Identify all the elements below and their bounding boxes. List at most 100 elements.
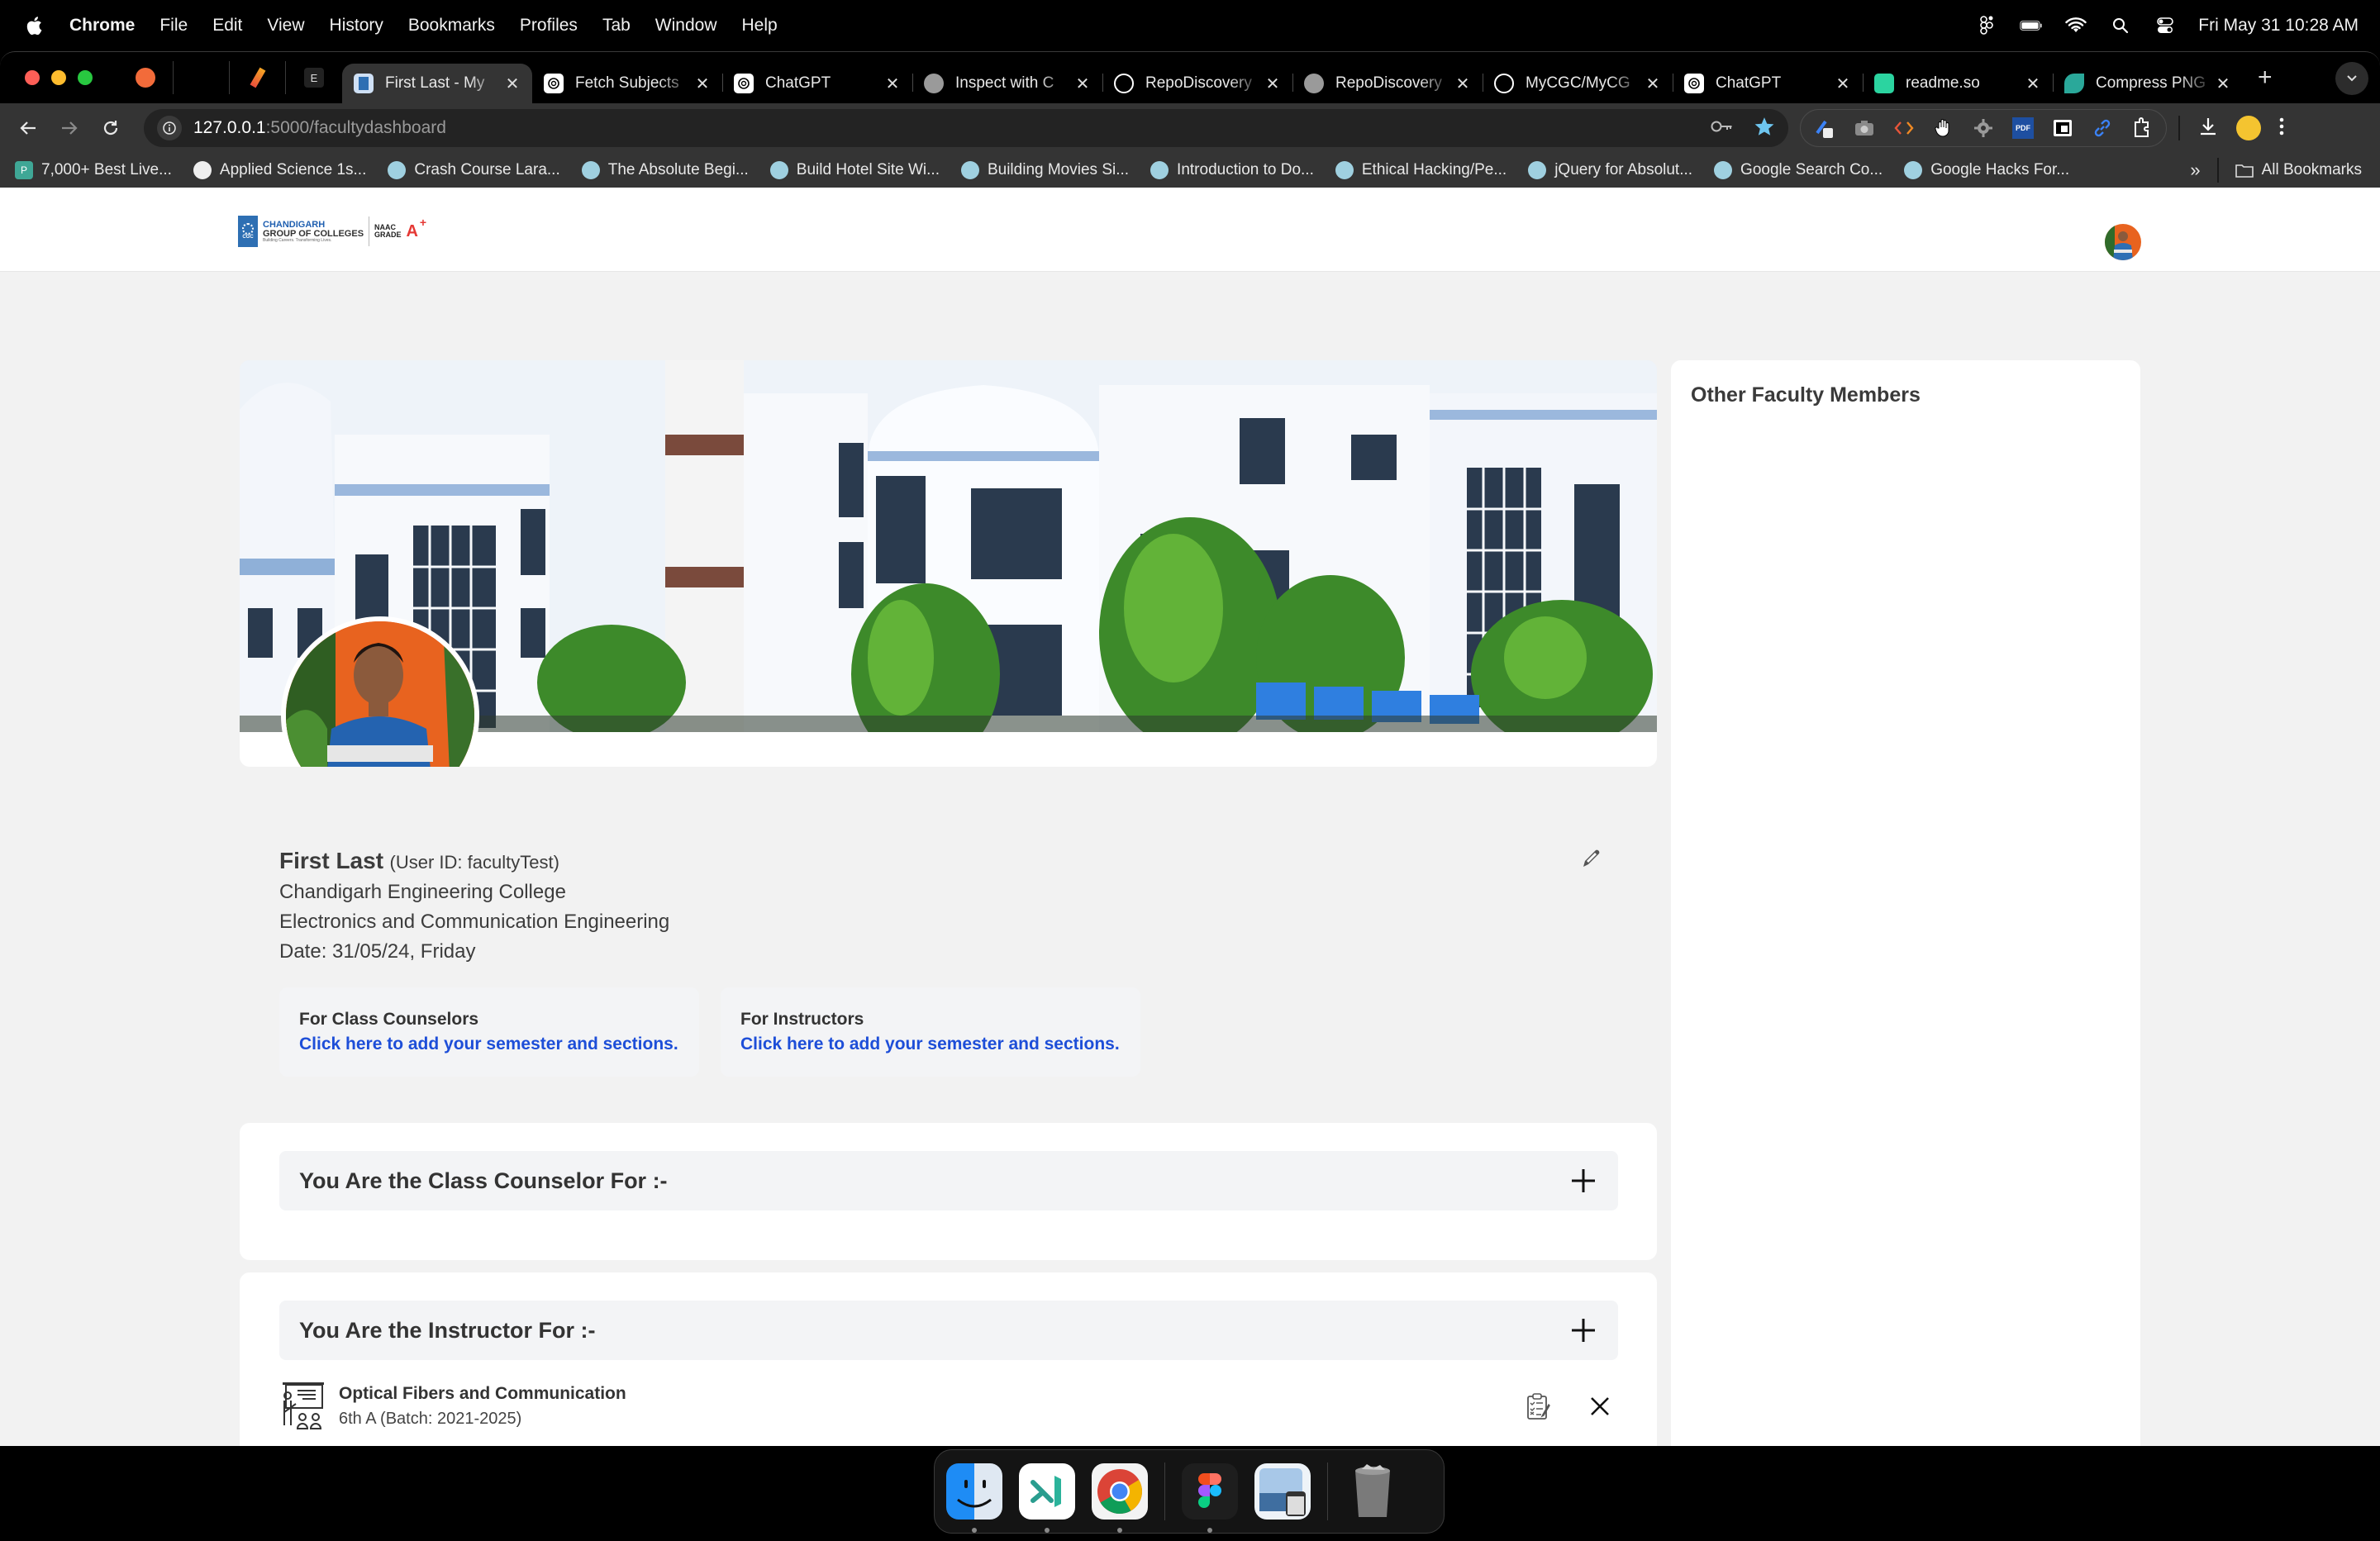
bookmark-item[interactable]: Introduction to Do... bbox=[1150, 161, 1314, 179]
menu-bookmarks[interactable]: Bookmarks bbox=[408, 16, 495, 36]
tab-repodiscovery[interactable]: RepoDiscovery ✕ bbox=[1292, 64, 1483, 103]
dock-finder[interactable] bbox=[946, 1463, 1002, 1533]
apple-menu-icon[interactable] bbox=[25, 15, 43, 36]
bookmark-item[interactable]: Google Hacks For... bbox=[1904, 161, 2069, 179]
dock-figma[interactable] bbox=[1182, 1463, 1238, 1533]
tab-fetch-subjects[interactable]: Fetch Subjects ✕ bbox=[532, 64, 722, 103]
bookmark-item[interactable]: Google Search Co... bbox=[1714, 161, 1883, 179]
new-tab-button[interactable]: + bbox=[2258, 64, 2282, 92]
tab-compress-png[interactable]: Compress PNG ✕ bbox=[2053, 64, 2243, 103]
bookmark-item[interactable]: jQuery for Absolut... bbox=[1528, 161, 1692, 179]
add-instructor-class-button[interactable] bbox=[1568, 1315, 1598, 1345]
add-counselor-sections-link[interactable]: Click here to add your semester and sect… bbox=[299, 1032, 679, 1057]
zoom-window-button[interactable] bbox=[78, 70, 93, 85]
dock-vscodium[interactable] bbox=[1019, 1463, 1075, 1533]
hand-extension-icon[interactable] bbox=[1931, 116, 1956, 140]
tab-close-icon[interactable]: ✕ bbox=[1835, 74, 1851, 94]
chrome-menu-icon[interactable] bbox=[2279, 117, 2284, 140]
bookmark-item[interactable]: The Absolute Begi... bbox=[581, 161, 749, 179]
link-extension-icon[interactable] bbox=[2090, 116, 2115, 140]
extensions-puzzle-icon[interactable] bbox=[2130, 116, 2154, 140]
forward-button[interactable] bbox=[53, 112, 86, 145]
add-counselor-class-button[interactable] bbox=[1568, 1166, 1598, 1196]
pinned-tab-4[interactable]: E bbox=[286, 61, 342, 94]
spotlight-search-icon[interactable] bbox=[2109, 16, 2132, 36]
edit-profile-button[interactable] bbox=[1577, 844, 1606, 873]
remove-course-button[interactable] bbox=[1582, 1388, 1618, 1424]
close-window-button[interactable] bbox=[25, 70, 40, 85]
tab-chatgpt[interactable]: ChatGPT ✕ bbox=[722, 64, 912, 103]
more-bookmarks-chevron-icon[interactable]: » bbox=[2190, 159, 2200, 181]
tab-close-icon[interactable]: ✕ bbox=[1264, 74, 1281, 94]
tab-search-button[interactable] bbox=[2335, 62, 2368, 95]
pdf-extension-icon[interactable]: PDF bbox=[2011, 116, 2035, 140]
tab-close-icon[interactable]: ✕ bbox=[1454, 74, 1471, 94]
menu-app-name[interactable]: Chrome bbox=[69, 16, 135, 36]
menu-file[interactable]: File bbox=[159, 16, 188, 36]
menu-profiles[interactable]: Profiles bbox=[520, 16, 578, 36]
tab-repodiscovery-github[interactable]: RepoDiscovery ✕ bbox=[1102, 64, 1292, 103]
menu-window[interactable]: Window bbox=[655, 16, 717, 36]
tab-inspect[interactable]: Inspect with C ✕ bbox=[912, 64, 1102, 103]
minimize-window-button[interactable] bbox=[51, 70, 66, 85]
control-center-icon[interactable] bbox=[2154, 16, 2177, 36]
tab-close-icon[interactable]: ✕ bbox=[2215, 74, 2231, 94]
pinned-tab-1[interactable] bbox=[117, 61, 174, 94]
battery-icon[interactable] bbox=[2020, 16, 2043, 36]
window-extension-icon[interactable] bbox=[2050, 116, 2075, 140]
site-info-icon[interactable] bbox=[157, 116, 182, 140]
bookmark-star-icon[interactable] bbox=[1754, 116, 1775, 141]
back-button[interactable] bbox=[12, 112, 45, 145]
settings-gear-extension-icon[interactable] bbox=[1971, 116, 1996, 140]
tab-readme[interactable]: readme.so ✕ bbox=[1863, 64, 2053, 103]
menu-edit[interactable]: Edit bbox=[212, 16, 242, 36]
bookmark-item[interactable]: Building Movies Si... bbox=[960, 161, 1129, 179]
url-text[interactable]: 127.0.0.1:5000/facultydashboard bbox=[193, 118, 446, 138]
bookmark-item[interactable]: Build Hotel Site Wi... bbox=[769, 161, 940, 179]
class-counselor-accordion[interactable]: You Are the Class Counselor For :- bbox=[279, 1151, 1618, 1210]
tab-close-icon[interactable]: ✕ bbox=[694, 74, 711, 94]
color-picker-extension-icon[interactable] bbox=[1812, 116, 1837, 140]
logo-tagline: Building Careers. Transforming Lives. bbox=[263, 237, 332, 243]
downloads-icon[interactable] bbox=[2198, 117, 2218, 140]
bookmark-item[interactable]: Ethical Hacking/Pe... bbox=[1335, 161, 1507, 179]
bookmarks-bar: P 7,000+ Best Live... Applied Science 1s.… bbox=[0, 153, 2380, 188]
dock-preview[interactable] bbox=[1254, 1463, 1311, 1520]
profile-avatar-icon[interactable] bbox=[2236, 116, 2261, 140]
figma-icon[interactable] bbox=[1975, 16, 1998, 36]
tab-close-icon[interactable]: ✕ bbox=[2025, 74, 2041, 94]
menu-help[interactable]: Help bbox=[742, 16, 778, 36]
tab-close-icon[interactable]: ✕ bbox=[1645, 74, 1661, 94]
menu-history[interactable]: History bbox=[330, 16, 383, 36]
pinned-tab-3[interactable] bbox=[230, 61, 286, 94]
dock-chrome[interactable] bbox=[1092, 1463, 1148, 1533]
cgc-logo[interactable]: CGC CHANDIGARH GROUP OF COLLEGES Buildin… bbox=[238, 216, 426, 247]
bookmark-item[interactable]: Applied Science 1s... bbox=[193, 161, 366, 179]
tab-first-last[interactable]: First Last - My ✕ bbox=[342, 64, 532, 103]
bookmark-item[interactable]: P 7,000+ Best Live... bbox=[15, 161, 172, 179]
tab-close-icon[interactable]: ✕ bbox=[504, 74, 521, 94]
tab-close-icon[interactable]: ✕ bbox=[884, 74, 901, 94]
tab-chatgpt-2[interactable]: ChatGPT ✕ bbox=[1673, 64, 1863, 103]
tab-close-icon[interactable]: ✕ bbox=[1074, 74, 1091, 94]
course-list-item[interactable]: Optical Fibers and Communication 6th A (… bbox=[279, 1362, 1618, 1446]
reload-button[interactable] bbox=[94, 112, 127, 145]
attendance-clipboard-button[interactable] bbox=[1521, 1388, 1557, 1424]
code-extension-icon[interactable] bbox=[1892, 116, 1916, 140]
address-bar[interactable]: 127.0.0.1:5000/facultydashboard bbox=[144, 109, 1788, 147]
tab-mycgc[interactable]: MyCGC/MyCG ✕ bbox=[1483, 64, 1673, 103]
wifi-icon[interactable] bbox=[2064, 16, 2087, 36]
menu-view[interactable]: View bbox=[267, 16, 304, 36]
pinned-tab-2[interactable] bbox=[174, 61, 230, 94]
add-instructor-sections-link[interactable]: Click here to add your semester and sect… bbox=[740, 1032, 1121, 1057]
all-bookmarks-button[interactable]: All Bookmarks bbox=[2235, 161, 2362, 179]
screenshot-extension-icon[interactable] bbox=[1852, 116, 1877, 140]
dock-trash[interactable] bbox=[1345, 1463, 1401, 1520]
instructor-accordion[interactable]: You Are the Instructor For :- bbox=[279, 1301, 1618, 1360]
bookmark-label: jQuery for Absolut... bbox=[1554, 161, 1693, 178]
menu-tab[interactable]: Tab bbox=[602, 16, 631, 36]
user-avatar-button[interactable] bbox=[2105, 224, 2141, 260]
menubar-clock[interactable]: Fri May 31 10:28 AM bbox=[2198, 16, 2359, 36]
bookmark-item[interactable]: Crash Course Lara... bbox=[388, 161, 560, 179]
password-key-icon[interactable] bbox=[1711, 119, 1734, 138]
